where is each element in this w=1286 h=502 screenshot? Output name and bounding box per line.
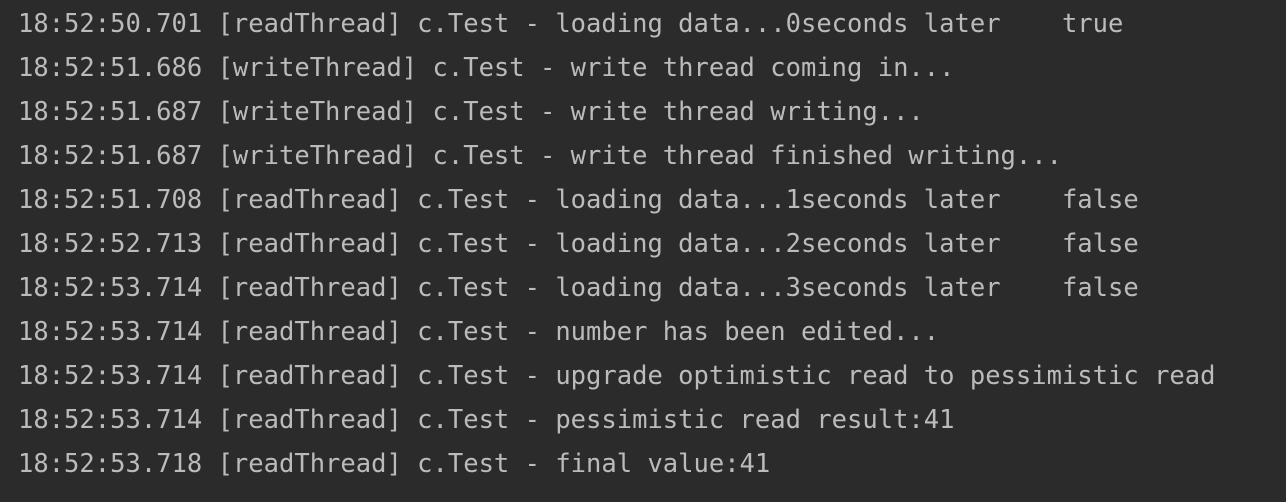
log-line: 18:52:52.713 [readThread] c.Test - loadi… (18, 229, 1139, 259)
log-line: 18:52:51.686 [writeThread] c.Test - writ… (18, 53, 955, 83)
log-line: 18:52:53.714 [readThread] c.Test - pessi… (18, 405, 955, 435)
log-line: 18:52:51.687 [writeThread] c.Test - writ… (18, 97, 924, 127)
log-line: 18:52:50.701 [readThread] c.Test - loadi… (18, 9, 1124, 39)
console-output[interactable]: 18:52:50.701 [readThread] c.Test - loadi… (0, 0, 1286, 502)
log-line: 18:52:51.687 [writeThread] c.Test - writ… (18, 141, 1062, 171)
log-line: 18:52:53.718 [readThread] c.Test - final… (18, 449, 771, 479)
log-line: 18:52:51.708 [readThread] c.Test - loadi… (18, 185, 1139, 215)
log-line: 18:52:53.714 [readThread] c.Test - numbe… (18, 317, 940, 347)
log-line: 18:52:53.714 [readThread] c.Test - loadi… (18, 273, 1139, 303)
log-line: 18:52:53.714 [readThread] c.Test - upgra… (18, 361, 1216, 391)
